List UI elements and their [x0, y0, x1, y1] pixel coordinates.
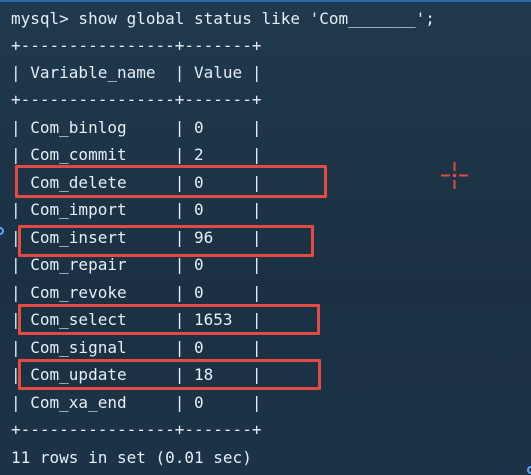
- selection-handle-bottom-right[interactable]: [527, 466, 531, 474]
- table-separator-bottom: +----------------+-------+: [11, 420, 262, 439]
- table-row: | Com_import | 0 |: [11, 200, 262, 219]
- table-separator-top: +----------------+-------+: [11, 36, 262, 55]
- terminal-top-accent: [0, 0, 531, 2]
- crosshair-icon: [441, 162, 468, 189]
- table-row: | Com_commit | 2 |: [11, 145, 262, 164]
- table-header: | Variable_name | Value |: [11, 63, 262, 82]
- terminal-window: mysql> show global status like 'Com_____…: [0, 0, 531, 475]
- table-row: | Com_signal | 0 |: [11, 338, 262, 357]
- terminal-command: mysql> show global status like 'Com_____…: [11, 9, 435, 28]
- highlight-select: [18, 304, 320, 335]
- selection-handle-left[interactable]: [0, 227, 4, 235]
- table-row: | Com_revoke | 0 |: [11, 283, 262, 302]
- highlight-delete: [15, 165, 327, 198]
- result-summary: 11 rows in set (0.01 sec): [11, 448, 252, 467]
- table-row: | Com_binlog | 0 |: [11, 118, 262, 137]
- highlight-insert: [18, 225, 314, 257]
- table-separator-mid: +----------------+-------+: [11, 90, 262, 109]
- table-row: | Com_repair | 0 |: [11, 255, 262, 274]
- table-row: | Com_xa_end | 0 |: [11, 393, 262, 412]
- highlight-update: [18, 359, 321, 390]
